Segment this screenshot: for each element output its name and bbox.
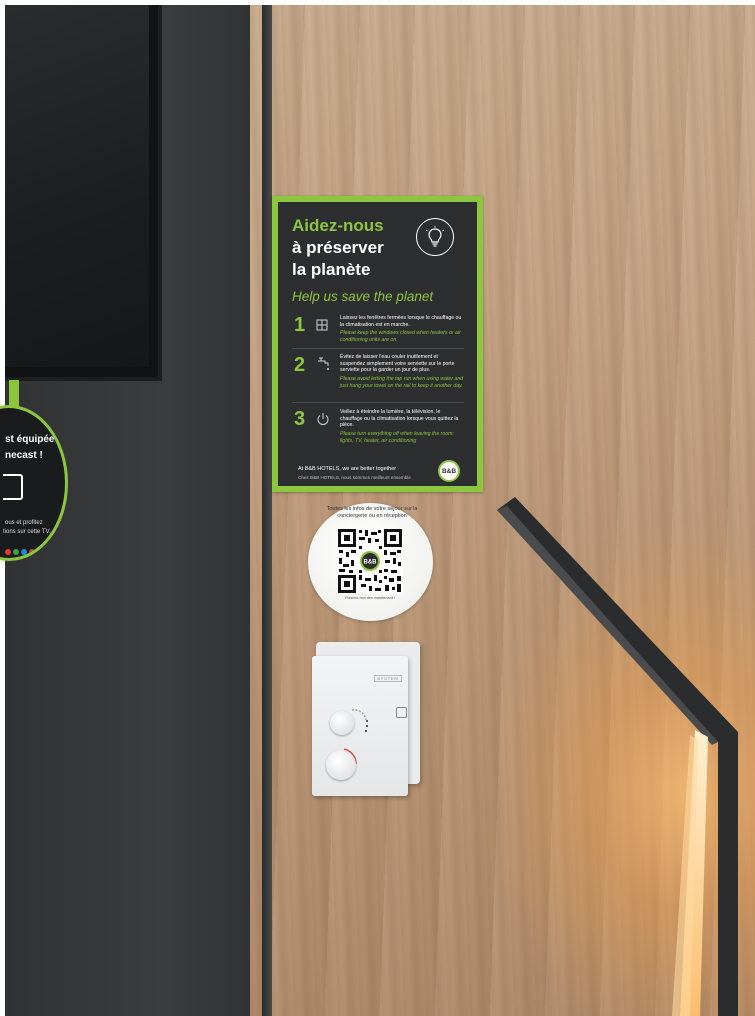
scene: st équipée necast ! ous et profitez tion… <box>0 0 755 1016</box>
mirror-frame <box>497 497 738 1016</box>
frame-highlight <box>497 506 718 745</box>
